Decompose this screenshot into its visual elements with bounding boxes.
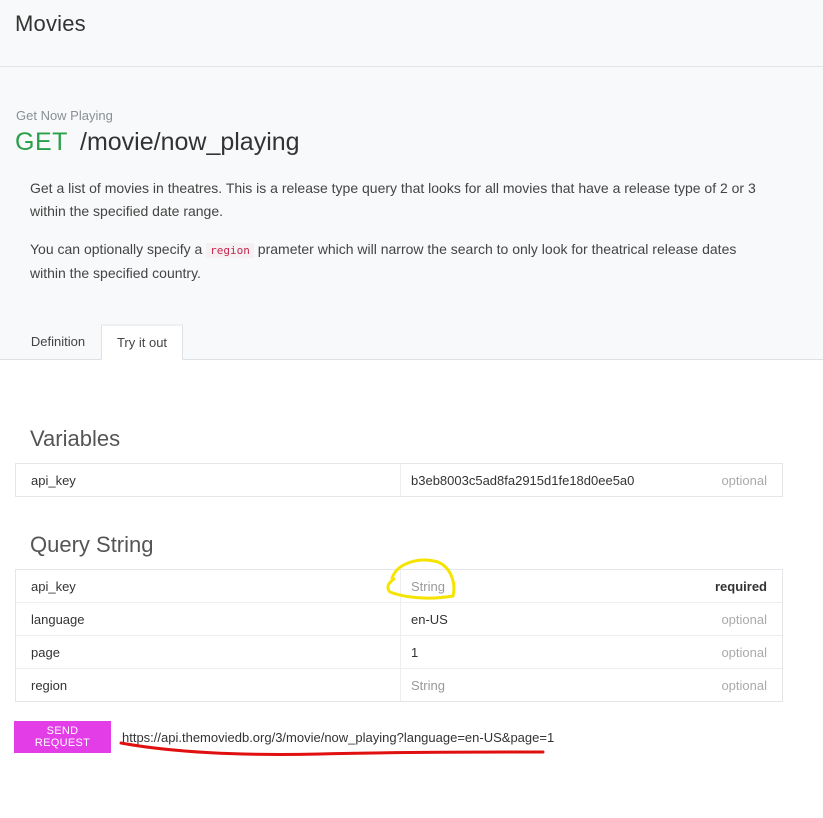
api-key-input[interactable]: b3eb8003c5ad8fa2915d1fe18d0ee5a0 [400, 464, 672, 496]
endpoint-subtitle: Get Now Playing [16, 108, 113, 123]
variables-table: api_key b3eb8003c5ad8fa2915d1fe18d0ee5a0… [15, 463, 783, 497]
param-name: api_key [31, 578, 76, 594]
variables-title: Variables [30, 426, 121, 451]
table-row: region String optional [16, 669, 782, 701]
region-code: region [206, 243, 254, 258]
page-input[interactable]: 1 [400, 636, 672, 668]
api-key-query-input[interactable]: String [400, 570, 672, 602]
param-requirement: required [714, 578, 767, 594]
endpoint-path: /movie/now_playing [80, 128, 300, 156]
language-input[interactable]: en-US [400, 603, 672, 635]
table-row: language en-US optional [16, 603, 782, 636]
endpoint-description: Get a list of movies in theatres. This i… [30, 180, 756, 219]
description-text: You can optionally specify a [30, 241, 207, 257]
param-name: language [31, 611, 85, 627]
param-requirement: optional [721, 677, 767, 693]
param-name: region [31, 677, 68, 693]
param-requirement: optional [721, 644, 767, 660]
page-title: Movies [15, 11, 86, 36]
table-row: api_key String required [16, 570, 782, 603]
http-method: GET [15, 128, 68, 156]
param-name: api_key [31, 472, 76, 488]
request-url[interactable]: https://api.themoviedb.org/3/movie/now_p… [122, 730, 554, 745]
table-row: api_key b3eb8003c5ad8fa2915d1fe18d0ee5a0… [16, 464, 782, 496]
query-string-table: api_key String required language en-US o… [15, 569, 783, 702]
param-requirement: optional [721, 611, 767, 627]
query-string-title: Query String [30, 532, 154, 557]
tab-try-it-out[interactable]: Try it out [101, 324, 183, 360]
tab-definition[interactable]: Definition [15, 324, 101, 359]
table-row: page 1 optional [16, 636, 782, 669]
top-bar: Movies [0, 0, 823, 67]
send-request-button[interactable]: SEND REQUEST [14, 721, 111, 753]
endpoint-description-region: You can optionally specify a region pram… [30, 238, 770, 285]
region-input[interactable]: String [400, 669, 672, 701]
param-name: page [31, 644, 60, 660]
param-requirement: optional [721, 472, 767, 488]
